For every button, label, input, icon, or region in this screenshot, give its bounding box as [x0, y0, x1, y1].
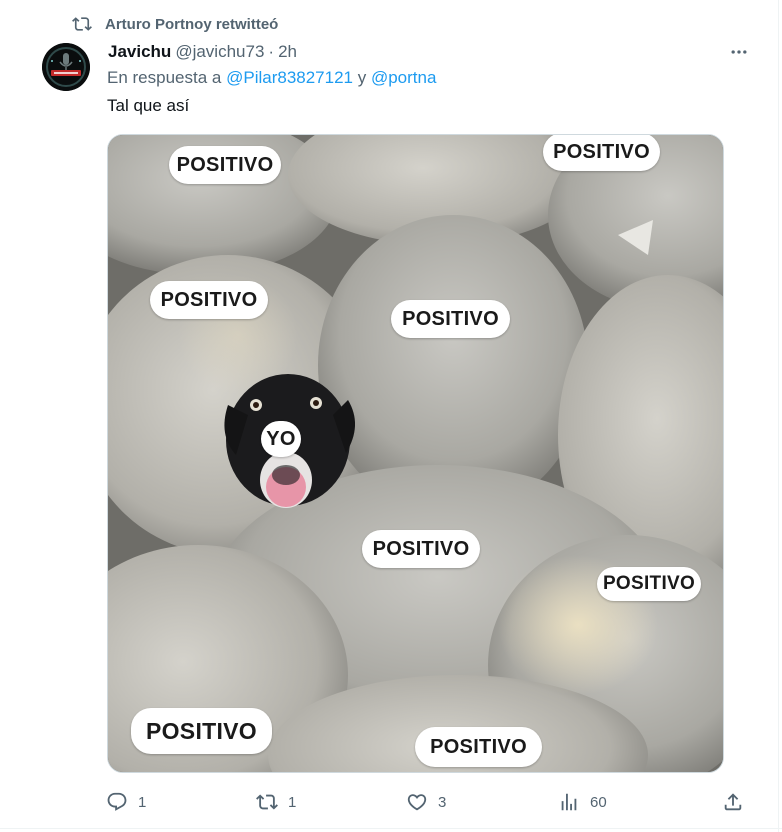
column-border	[778, 0, 779, 832]
image-label: POSITIVO	[597, 567, 701, 601]
analytics-icon	[561, 793, 577, 811]
reply-user-link[interactable]: @portna	[371, 68, 436, 87]
image-label: YO	[261, 421, 301, 457]
reply-context: En respuesta a @Pilar83827121 y @portna	[107, 68, 436, 88]
share-button[interactable]	[722, 786, 744, 818]
like-button[interactable]: 3	[406, 786, 446, 818]
image-label: POSITIVO	[543, 135, 660, 171]
reply-count: 1	[138, 793, 147, 811]
retweet-label[interactable]: Arturo Portnoy retwitteó	[105, 16, 278, 33]
tweet-media[interactable]: POSITIVO POSITIVO POSITIVO POSITIVO YO P…	[107, 134, 724, 773]
social-context: Arturo Portnoy retwitteó	[72, 12, 278, 36]
image-label: POSITIVO	[169, 146, 281, 184]
reply-user-link[interactable]: @Pilar83827121	[226, 68, 353, 87]
share-icon	[724, 793, 742, 811]
more-button[interactable]	[726, 40, 752, 64]
avatar[interactable]	[42, 43, 90, 91]
image-label: POSITIVO	[362, 530, 480, 568]
tweet-header: Javichu @javichu73 · 2h	[108, 40, 297, 64]
image-label: POSITIVO	[391, 300, 510, 338]
reply-icon	[107, 792, 127, 811]
action-bar: 1 1 3 60	[106, 786, 746, 818]
avatar-image	[42, 43, 90, 91]
retweet-icon	[72, 17, 92, 31]
author-handle[interactable]: @javichu73	[175, 42, 264, 62]
tweet-text: Tal que así	[107, 96, 190, 115]
tweet-article[interactable]: Arturo Portnoy retwitteó Javichu @javich…	[0, 0, 782, 832]
reply-prefix: En respuesta a	[107, 68, 222, 87]
retweet-icon	[256, 794, 278, 810]
more-icon	[731, 50, 747, 54]
reply-button[interactable]: 1	[106, 786, 146, 818]
author-name[interactable]: Javichu	[108, 42, 171, 62]
timestamp[interactable]: 2h	[278, 42, 297, 62]
retweet-button[interactable]: 1	[256, 786, 296, 818]
like-count: 3	[438, 793, 447, 811]
image-label: POSITIVO	[415, 727, 542, 767]
image-label: POSITIVO	[131, 708, 272, 754]
retweet-count: 1	[288, 793, 297, 811]
view-count: 60	[590, 793, 607, 811]
views-button[interactable]: 60	[558, 786, 607, 818]
tweet-divider	[0, 828, 782, 829]
separator-dot: ·	[268, 42, 275, 61]
image-label: POSITIVO	[150, 281, 268, 319]
reply-conjunction: y	[357, 68, 367, 87]
heart-icon	[407, 794, 427, 811]
media-image	[108, 135, 723, 772]
